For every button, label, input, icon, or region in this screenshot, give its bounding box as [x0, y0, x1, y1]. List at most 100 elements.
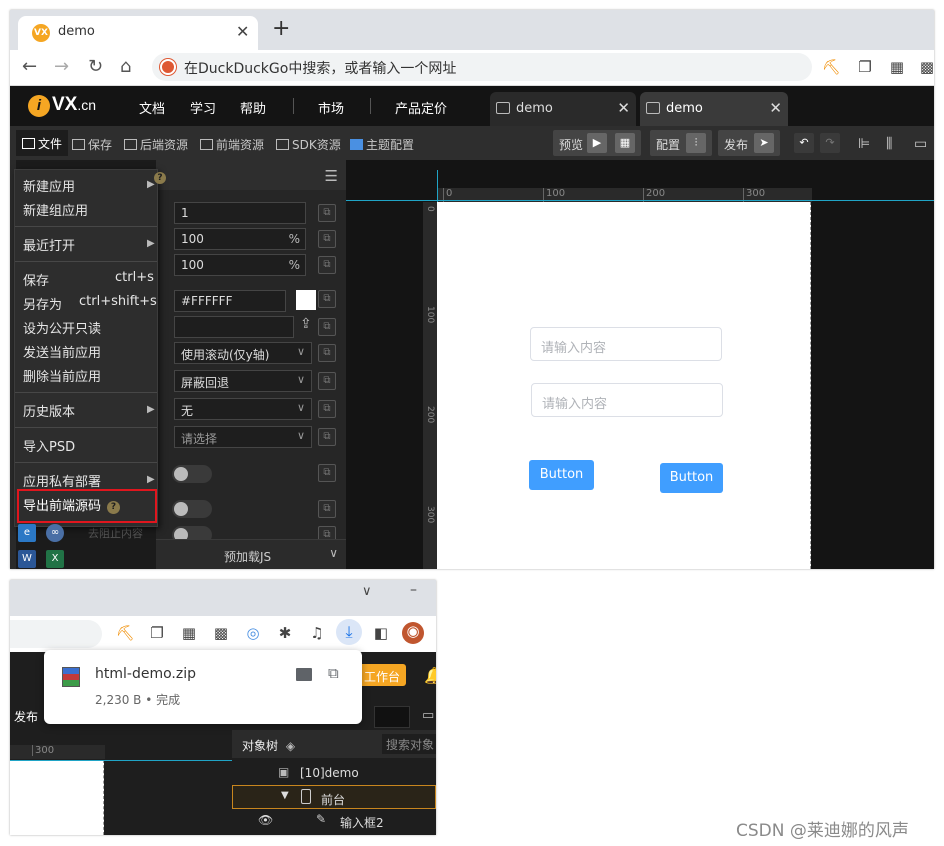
home-icon[interactable]: ⌂: [120, 56, 131, 77]
workbench-button[interactable]: 工作台: [360, 664, 406, 686]
tree-row-demo[interactable]: ▣ [10]demo: [232, 761, 436, 785]
demo-button-1[interactable]: Button: [529, 460, 594, 490]
pattern-extension-icon[interactable]: ▩: [212, 624, 230, 642]
file-menu-button[interactable]: 文件: [16, 130, 69, 156]
nav-market[interactable]: 市场: [318, 98, 344, 117]
menu-item-recent[interactable]: 最近打开: [23, 235, 75, 254]
color-swatch[interactable]: [296, 290, 316, 310]
menu-item-save-as[interactable]: 另存为 ctrl+shift+s: [23, 294, 157, 313]
device-icon[interactable]: ▭: [422, 708, 434, 723]
menu-item-private-deploy[interactable]: 应用私有部署: [23, 471, 101, 490]
browser-tab[interactable]: VX demo ✕: [18, 16, 258, 50]
menu-item-send-app[interactable]: 发送当前应用: [23, 342, 101, 361]
puzzle-extension-icon[interactable]: ✱: [276, 624, 294, 642]
publish-label[interactable]: 发布: [14, 708, 38, 725]
device-icon[interactable]: ▭: [914, 136, 927, 152]
minimize-icon[interactable]: –: [410, 582, 417, 598]
tree-row-frontend[interactable]: ▼ 前台: [232, 785, 436, 809]
align-left-icon[interactable]: ⊫: [858, 136, 870, 152]
qr-extension-icon[interactable]: ▦: [180, 624, 198, 642]
generic-select[interactable]: 请选择 ∨: [174, 426, 312, 448]
copy-icon[interactable]: ⧉: [318, 318, 336, 336]
copy-icon[interactable]: ⧉: [318, 428, 336, 446]
tree-row-input2[interactable]: 👁 ✎ 输入框2: [232, 809, 436, 833]
redo-icon[interactable]: ↷: [820, 133, 840, 153]
vx-logo[interactable]: i VX.cn: [28, 94, 96, 117]
search-objects-input[interactable]: 搜索对象: [382, 734, 436, 754]
input-box-1[interactable]: 请输入内容: [530, 327, 722, 361]
folder-icon[interactable]: [296, 668, 312, 681]
background-color-field[interactable]: #FFFFFF: [174, 290, 286, 312]
opacity-field[interactable]: 1: [174, 202, 306, 224]
menu-item-import-psd[interactable]: 导入PSD: [23, 436, 75, 455]
caret-down-icon[interactable]: ▼: [281, 790, 289, 801]
reload-icon[interactable]: ↻: [88, 56, 103, 77]
copy-icon[interactable]: ⧉: [318, 500, 336, 518]
address-bar[interactable]: [10, 620, 102, 648]
eye-icon[interactable]: 👁: [258, 813, 273, 827]
pattern-extension-icon[interactable]: ▩: [918, 58, 934, 76]
demo-button-2[interactable]: Button: [660, 463, 723, 493]
profile-avatar[interactable]: ◉: [402, 622, 424, 644]
pickaxe-extension-icon[interactable]: ⛏: [116, 624, 135, 642]
copy-extension-icon[interactable]: ❐: [856, 58, 874, 76]
copy-icon[interactable]: ⧉: [318, 344, 336, 362]
copy-icon[interactable]: ⧉: [318, 464, 336, 482]
forward-icon[interactable]: →: [54, 56, 69, 77]
toggle-switch[interactable]: [172, 465, 212, 483]
qr-extension-icon[interactable]: ▦: [888, 58, 906, 76]
new-tab-button[interactable]: +: [272, 16, 290, 41]
menu-item-delete-app[interactable]: 删除当前应用: [23, 366, 101, 385]
app-tab-demo-2[interactable]: demo ✕: [640, 92, 788, 126]
menu-item-public-readonly[interactable]: 设为公开只读: [23, 318, 101, 337]
excel-icon[interactable]: X: [46, 550, 64, 568]
address-bar[interactable]: 在DuckDuckGo中搜索，或者输入一个网址: [152, 53, 812, 81]
copy-extension-icon[interactable]: ❐: [148, 624, 166, 642]
theme-config-button[interactable]: 主题配置: [350, 136, 414, 153]
ring-extension-icon[interactable]: ◎: [244, 624, 262, 642]
pickaxe-extension-icon[interactable]: ⛏: [822, 58, 841, 76]
preload-js-section[interactable]: 预加载JS ∨: [156, 539, 346, 569]
width-field[interactable]: 100%: [174, 228, 306, 250]
copy-icon[interactable]: ⧉: [318, 290, 336, 308]
ie-icon[interactable]: e: [18, 524, 36, 542]
tab-close-icon[interactable]: ✕: [236, 22, 249, 41]
word-icon[interactable]: W: [18, 550, 36, 568]
bell-icon[interactable]: 🔔: [424, 666, 436, 685]
menu-item-new-group-app[interactable]: 新建组应用: [23, 200, 88, 219]
menu-item-new-app[interactable]: 新建应用: [23, 176, 75, 195]
help-icon[interactable]: ?: [154, 172, 166, 184]
copy-icon[interactable]: ⧉: [318, 204, 336, 222]
download-filename[interactable]: html-demo.zip: [95, 666, 196, 682]
menu-item-save[interactable]: 保存 ctrl+s: [23, 270, 154, 289]
backend-resources-button[interactable]: 后端资源: [124, 136, 188, 153]
scroll-select[interactable]: 使用滚动(仅y轴) ∨: [174, 342, 312, 364]
save-button[interactable]: 保存: [72, 136, 112, 153]
undo-icon[interactable]: ↶: [794, 133, 814, 153]
download-icon[interactable]: ⤓: [336, 619, 362, 645]
sdk-resources-button[interactable]: SDK资源: [276, 136, 341, 153]
music-queue-icon[interactable]: ♫: [308, 624, 326, 642]
animation-select[interactable]: 无 ∨: [174, 398, 312, 420]
send-icon[interactable]: ➤: [754, 133, 774, 153]
toggle-switch[interactable]: [172, 500, 212, 518]
close-icon[interactable]: ✕: [617, 99, 630, 117]
hamburger-icon[interactable]: ☰: [325, 167, 338, 185]
copy-icon[interactable]: ⧉: [318, 230, 336, 248]
background-image-field[interactable]: [174, 316, 294, 338]
cloud-icon[interactable]: ∞: [46, 524, 64, 542]
back-behavior-select[interactable]: 屏蔽回退 ∨: [174, 370, 312, 392]
nav-help[interactable]: 帮助: [240, 98, 266, 117]
qr-preview-icon[interactable]: ▦: [615, 133, 635, 153]
nav-docs[interactable]: 文档: [139, 98, 165, 117]
copy-icon[interactable]: ⧉: [318, 256, 336, 274]
copy-icon[interactable]: ⧉: [318, 372, 336, 390]
artboard[interactable]: 请输入内容 请输入内容 Button Button: [437, 202, 811, 569]
sliders-icon[interactable]: ⫶: [686, 133, 706, 153]
app-tab-demo-1[interactable]: demo ✕: [490, 92, 636, 126]
input-box-2[interactable]: 请输入内容: [531, 383, 723, 417]
nav-pricing[interactable]: 产品定价: [395, 98, 447, 117]
side-panel-icon[interactable]: ◧: [372, 624, 390, 642]
menu-item-history[interactable]: 历史版本: [23, 401, 75, 420]
copy-icon[interactable]: ⧉: [318, 400, 336, 418]
